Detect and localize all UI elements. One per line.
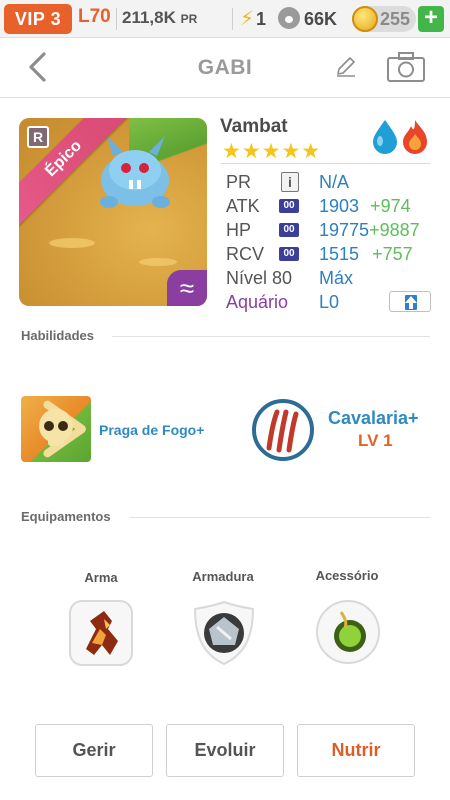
- hp-label: HP: [226, 220, 252, 240]
- rank-badge: R: [27, 126, 49, 148]
- armor-slot[interactable]: [191, 599, 257, 667]
- paw-value: 66K: [304, 9, 338, 29]
- accessory-slot[interactable]: [315, 598, 381, 666]
- accessory-label: Acessório: [315, 568, 379, 583]
- weapon-slot[interactable]: [68, 599, 134, 667]
- monster-name: Vambat: [220, 116, 288, 137]
- skull-crossbones-icon: [39, 400, 86, 458]
- coin-icon: [352, 6, 378, 32]
- feed-button[interactable]: Nutrir: [297, 724, 415, 777]
- vip-badge[interactable]: VIP 3: [4, 4, 72, 34]
- rcv-skill-badge: 00: [279, 247, 299, 261]
- arrow-up-icon: [405, 295, 417, 310]
- rcv-base: 1515: [319, 244, 360, 264]
- divider: [232, 8, 233, 30]
- manage-button[interactable]: Gerir: [35, 724, 153, 777]
- pr-label: PR: [226, 172, 252, 192]
- rcv-bonus: +757: [372, 244, 413, 264]
- star-rating: ★★★★★: [222, 140, 322, 163]
- level-label: Nível 80: [226, 268, 293, 288]
- power-rating: 211,8K PR: [122, 8, 197, 28]
- skill-name-cavalry[interactable]: Cavalaria+: [328, 408, 419, 429]
- skill-level: LV 1: [358, 431, 393, 450]
- monster-portrait[interactable]: Épico R ≈: [19, 118, 207, 306]
- player-level: L70: [78, 6, 111, 27]
- divider: [116, 8, 117, 30]
- weapon-label: Arma: [84, 570, 118, 585]
- fire-plague-skill-icon[interactable]: [21, 396, 91, 462]
- status-bar: VIP 3 L70 211,8K PR ⚡ 1 66K 255 +: [0, 0, 450, 38]
- skill-name-fire-plague[interactable]: Praga de Fogo+: [99, 422, 204, 438]
- equipment-section-title: Equipamentos: [21, 509, 111, 524]
- divider: [130, 517, 430, 518]
- fire-icon: [403, 120, 427, 154]
- aquarium-value: L0: [319, 292, 340, 312]
- armor-icon: [204, 613, 244, 653]
- add-coins-button[interactable]: +: [418, 6, 444, 32]
- energy-value: 1: [256, 9, 267, 29]
- pencil-edit-icon[interactable]: [334, 54, 358, 78]
- paw-icon: [278, 7, 300, 29]
- atk-bonus: +974: [370, 196, 411, 216]
- lightning-icon: ⚡: [240, 8, 255, 30]
- info-icon[interactable]: i: [281, 172, 299, 192]
- power-value: 211,8K: [122, 8, 176, 27]
- hp-base: 19775: [319, 220, 370, 240]
- ground-spot: [139, 258, 177, 266]
- armor-label: Armadura: [192, 569, 254, 584]
- energy-counter[interactable]: ⚡ 1: [240, 6, 266, 31]
- water-type-icon: ≈: [167, 270, 207, 306]
- level-value: Máx: [319, 268, 354, 288]
- ground-spot: [49, 238, 95, 248]
- skills-section-title: Habilidades: [21, 328, 94, 343]
- aquarium-label: Aquário: [226, 292, 289, 312]
- water-drop-icon: [373, 120, 397, 154]
- coin-counter[interactable]: 255: [352, 6, 416, 32]
- pr-value: N/A: [319, 172, 350, 192]
- atk-skill-badge: 00: [279, 199, 299, 213]
- hp-value: 19775+9887: [319, 220, 420, 241]
- rcv-label: RCV: [226, 244, 265, 264]
- rcv-value: 1515 +757: [319, 244, 413, 265]
- power-unit: PR: [180, 12, 198, 26]
- atk-value: 1903 +974: [319, 196, 411, 217]
- atk-base: 1903: [319, 196, 360, 216]
- divider: [221, 163, 431, 164]
- divider: [112, 336, 430, 337]
- page-title: GABI: [197, 56, 253, 79]
- header: GABI: [0, 38, 450, 98]
- atk-label: ATK: [226, 196, 260, 216]
- camera-icon[interactable]: [386, 51, 426, 83]
- hp-skill-badge: 00: [279, 223, 299, 237]
- evolve-button[interactable]: Evoluir: [166, 724, 284, 777]
- aquarium-upgrade-button[interactable]: [389, 291, 431, 312]
- claw-skill-icon[interactable]: [251, 398, 315, 462]
- coin-value: 255: [380, 9, 411, 29]
- paw-counter[interactable]: 66K: [278, 7, 337, 30]
- hp-bonus: +9887: [369, 220, 420, 240]
